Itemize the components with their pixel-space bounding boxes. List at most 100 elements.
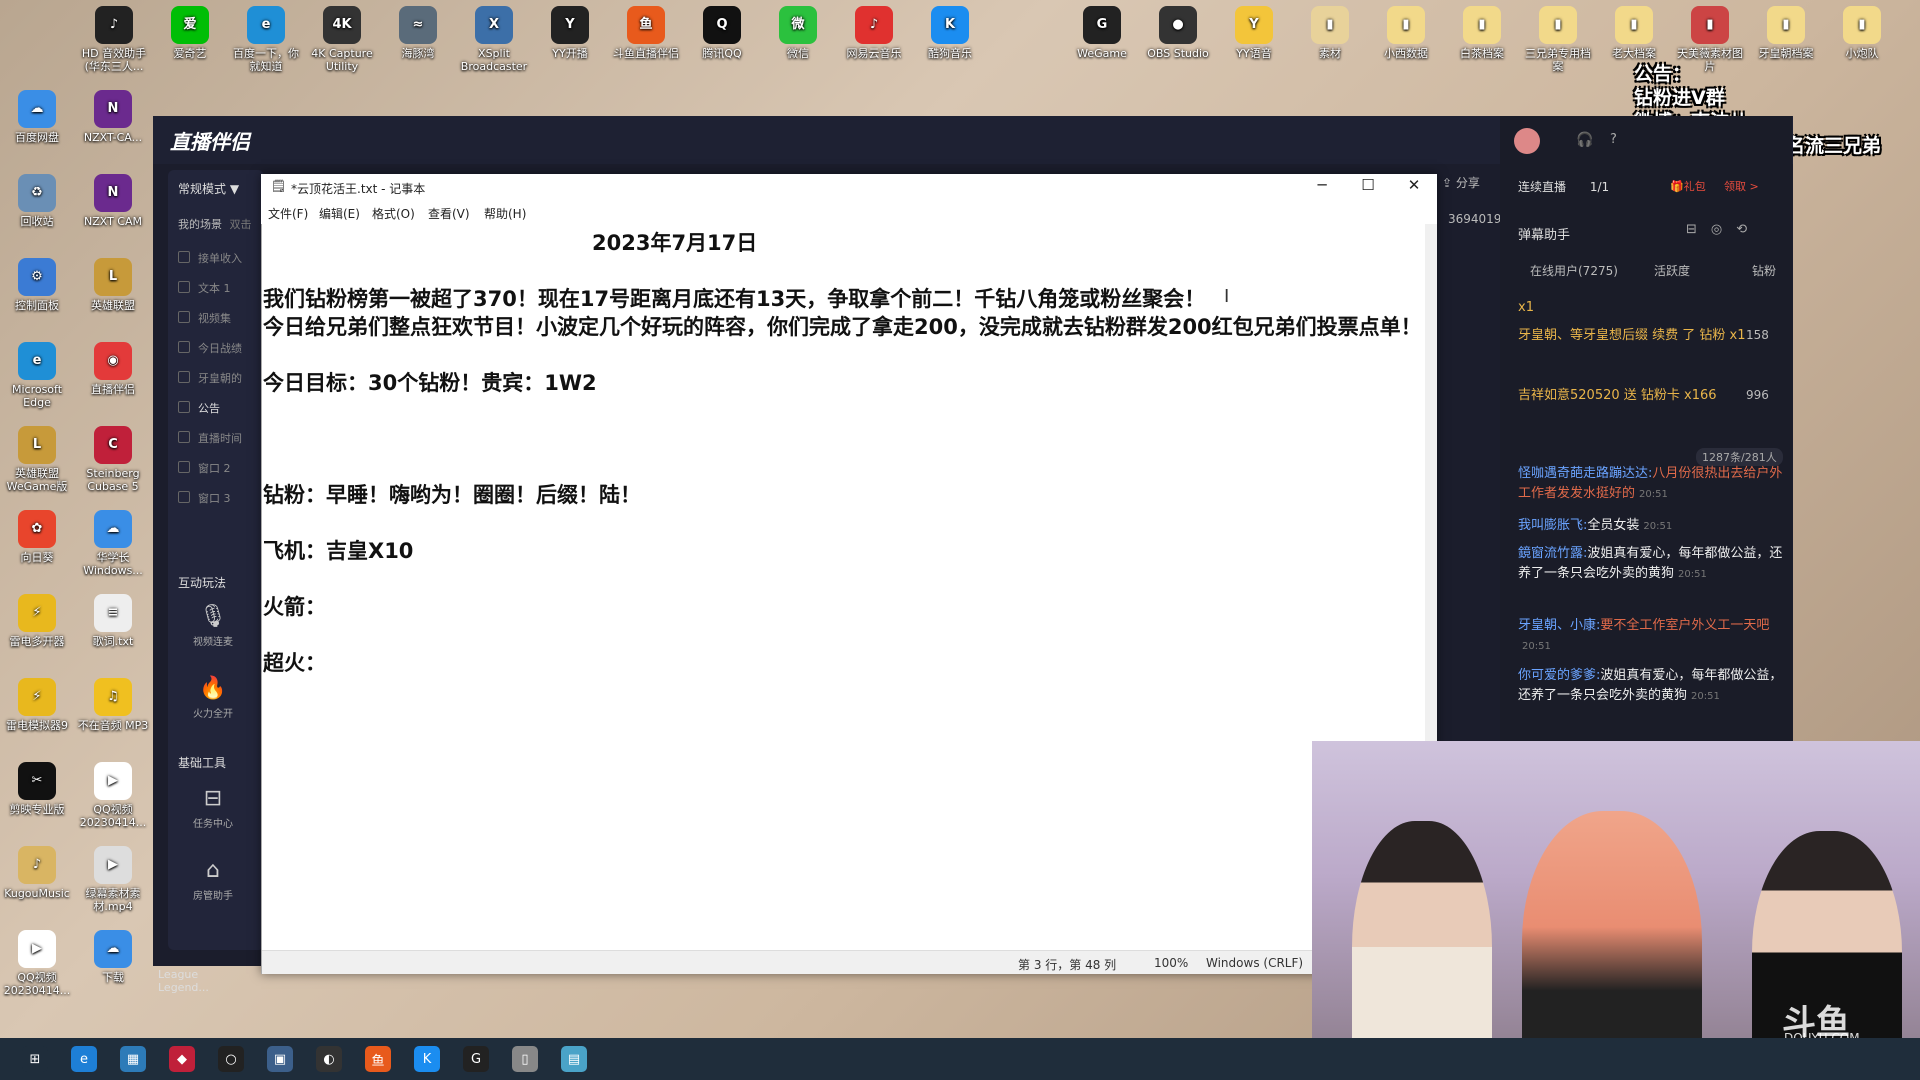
- taskbar-app-icon[interactable]: ▤: [561, 1046, 587, 1072]
- desktop-icon[interactable]: ▶ QQ视频 20230414...: [1, 930, 73, 997]
- menu-item[interactable]: 文件(F): [268, 205, 308, 222]
- scene-item[interactable]: 今日战绩: [178, 340, 242, 356]
- desktop-icon[interactable]: ✂ 剪映专业版: [1, 762, 73, 816]
- desktop-icon[interactable]: N NZXT CAM: [77, 174, 149, 228]
- taskbar-app-icon[interactable]: ▯: [512, 1046, 538, 1072]
- start-button[interactable]: ⊞: [22, 1046, 48, 1072]
- tool-button[interactable]: 🔥 火力全开: [178, 676, 248, 720]
- taskbar-app-icon[interactable]: ○: [218, 1046, 244, 1072]
- mode-dropdown[interactable]: 常规模式 ▼: [178, 180, 239, 197]
- desktop-icon[interactable]: ⚙ 控制面板: [1, 258, 73, 312]
- desktop-icon[interactable]: L 英雄联盟 WeGame版: [1, 426, 73, 493]
- desktop-icon[interactable]: ≡ 歌词.txt: [77, 594, 149, 648]
- menu-item[interactable]: 帮助(H): [484, 205, 526, 222]
- desktop-icon[interactable]: ♻ 回收站: [1, 174, 73, 228]
- avatar[interactable]: [1514, 128, 1540, 154]
- minimize-button[interactable]: ─: [1302, 176, 1342, 194]
- desktop-icon[interactable]: ♫ 不在音频 MP3: [77, 678, 149, 732]
- desktop-icon[interactable]: ▮ 老大档案: [1598, 6, 1670, 60]
- gift-pack-badge[interactable]: 🎁礼包: [1670, 178, 1706, 194]
- gift-text: 牙皇朝、等牙皇想后缀 续费 了 钻粉 x1: [1518, 328, 1746, 343]
- scene-item[interactable]: 牙皇朝的: [178, 370, 242, 386]
- scene-item[interactable]: 接单收入: [178, 250, 242, 266]
- chat-user[interactable]: 你可爱的爹爹:: [1518, 668, 1600, 683]
- bottom-scene-label: League Legend...: [158, 968, 209, 994]
- chat-user[interactable]: 我叫膨胀飞:: [1518, 518, 1587, 533]
- desktop-icon[interactable]: N NZXT-CA...: [77, 90, 149, 144]
- desktop-icon[interactable]: ≈ 海豚湾: [382, 6, 454, 60]
- scene-item[interactable]: 视频集: [178, 310, 231, 326]
- desktop-icon[interactable]: G WeGame: [1066, 6, 1138, 60]
- share-button[interactable]: ⇪ 分享: [1442, 174, 1480, 191]
- menu-item[interactable]: 查看(V): [428, 205, 470, 222]
- desktop-icon[interactable]: ▮ 素材: [1294, 6, 1366, 60]
- chat-tab[interactable]: 在线用户(7275): [1530, 262, 1618, 279]
- taskbar-app-icon[interactable]: ◐: [316, 1046, 342, 1072]
- desktop-icon[interactable]: ◉ 直播伴侣: [77, 342, 149, 396]
- desktop-icon-label: 爱奇艺: [173, 47, 207, 60]
- help-icon[interactable]: ?: [1610, 132, 1617, 147]
- notepad-text-area[interactable]: 2023年7月17日 我们钻粉榜第一被超了370！现在17号距离月底还有13天，争…: [262, 224, 1422, 950]
- desktop-icon[interactable]: Q 腾讯QQ: [686, 6, 758, 60]
- desktop-icon[interactable]: X XSplit Broadcaster: [458, 6, 530, 73]
- tool-button[interactable]: ⊟ 任务中心: [178, 786, 248, 830]
- desktop-icon[interactable]: Y YY语音: [1218, 6, 1290, 60]
- desktop-icon[interactable]: 鱼斗鱼直播伴侣: [610, 6, 682, 60]
- close-button[interactable]: ✕: [1394, 176, 1434, 194]
- desktop-icon[interactable]: ✿ 向日葵: [1, 510, 73, 564]
- desktop-icon[interactable]: ▮ 牙皇朝档案: [1750, 6, 1822, 60]
- taskbar-app-icon[interactable]: G: [463, 1046, 489, 1072]
- scene-toggle-icon: [178, 461, 190, 473]
- headset-icon[interactable]: 🎧: [1576, 132, 1593, 148]
- taskbar-app-icon[interactable]: ▦: [120, 1046, 146, 1072]
- desktop-icon[interactable]: ▮ 小西数据: [1370, 6, 1442, 60]
- chat-message: 鏡窗流竹露:波姐真有爱心，每年都做公益，还养了一条只会吃外卖的黄狗 20:51: [1518, 544, 1783, 584]
- desktop-icon[interactable]: e Microsoft Edge: [1, 342, 73, 409]
- desktop-icon[interactable]: ▮ 三兄弟专用档案: [1522, 6, 1594, 73]
- menu-item[interactable]: 格式(O): [372, 205, 415, 222]
- scene-item[interactable]: 文本 1: [178, 280, 231, 296]
- desktop-icon[interactable]: K 酷狗音乐: [914, 6, 986, 60]
- desktop-icon[interactable]: e 百度一下，你就知道: [230, 6, 302, 73]
- desktop-icon[interactable]: ☁ 百度网盘: [1, 90, 73, 144]
- assistant-tool-icons[interactable]: ⊟◎⟲: [1686, 222, 1761, 237]
- chat-tab[interactable]: 活跃度: [1654, 262, 1690, 279]
- chat-tab[interactable]: 钻粉: [1752, 262, 1776, 279]
- menu-item[interactable]: 编辑(E): [319, 205, 360, 222]
- scene-item[interactable]: 窗口 3: [178, 490, 231, 506]
- notepad-titlebar[interactable]: 🗒 *云顶花活王.txt - 记事本: [261, 174, 1437, 200]
- maximize-button[interactable]: ☐: [1348, 176, 1388, 194]
- tool-button[interactable]: ⌂ 房管助手: [178, 858, 248, 902]
- desktop-icon[interactable]: ● OBS Studio: [1142, 6, 1214, 60]
- taskbar-app-icon[interactable]: ◆: [169, 1046, 195, 1072]
- scene-item[interactable]: 公告: [178, 400, 220, 416]
- desktop-icon[interactable]: ☁ 下载: [77, 930, 149, 984]
- taskbar-app-icon[interactable]: e: [71, 1046, 97, 1072]
- desktop-icon[interactable]: 微微信: [762, 6, 834, 60]
- desktop-icon[interactable]: ▮ 白茶档案: [1446, 6, 1518, 60]
- desktop-icon[interactable]: 4K 4K Capture Utility: [306, 6, 378, 73]
- scene-item[interactable]: 直播时间: [178, 430, 242, 446]
- claim-link[interactable]: 领取 >: [1724, 178, 1759, 194]
- scene-item[interactable]: 窗口 2: [178, 460, 231, 476]
- desktop-icon[interactable]: L 英雄联盟: [77, 258, 149, 312]
- desktop-icon[interactable]: ♪ KugouMusic: [1, 846, 73, 900]
- taskbar-app-icon[interactable]: 鱼: [365, 1046, 391, 1072]
- desktop-icon[interactable]: ▶ 绿幕素材素材.mp4: [77, 846, 149, 913]
- desktop-icon[interactable]: ⚡ 雷电多开器: [1, 594, 73, 648]
- desktop-icon[interactable]: 爱爱奇艺: [154, 6, 226, 60]
- taskbar-app-icon[interactable]: ▣: [267, 1046, 293, 1072]
- desktop-icon[interactable]: ♪ HD 音效助手 (华东三人...: [78, 6, 150, 73]
- chat-user[interactable]: 怪咖遇奇葩走路蹦达达:: [1518, 466, 1652, 481]
- desktop-icon[interactable]: ☁ 华学长 Windows...: [77, 510, 149, 577]
- desktop-icon[interactable]: Y YY开播: [534, 6, 606, 60]
- desktop-icon[interactable]: ♪ 网易云音乐: [838, 6, 910, 60]
- desktop-icon[interactable]: C Steinberg Cubase 5: [77, 426, 149, 493]
- desktop-icon[interactable]: ⚡ 雷电模拟器9: [1, 678, 73, 732]
- desktop-icon[interactable]: ▮ 小炮队: [1826, 6, 1898, 60]
- desktop-icon[interactable]: ▶ QQ视频 20230414...: [77, 762, 149, 829]
- chat-user[interactable]: 牙皇朝、小康:: [1518, 618, 1600, 633]
- chat-user[interactable]: 鏡窗流竹露:: [1518, 546, 1587, 561]
- taskbar-app-icon[interactable]: K: [414, 1046, 440, 1072]
- tool-button[interactable]: 🎙 视频连麦: [178, 604, 248, 648]
